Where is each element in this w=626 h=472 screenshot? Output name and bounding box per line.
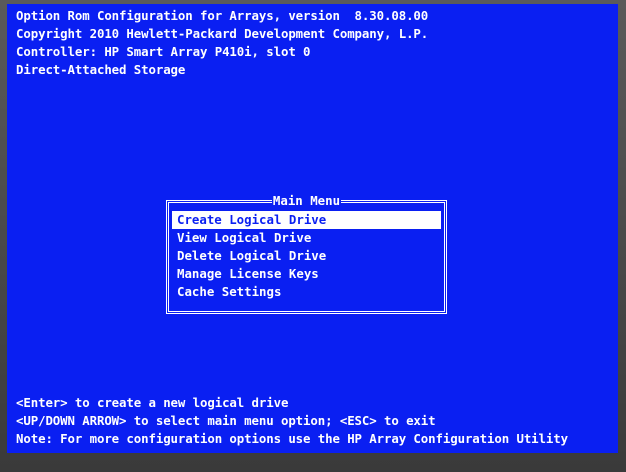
menu-item-cache-settings[interactable]: Cache Settings bbox=[172, 283, 441, 301]
monitor-bezel: Option Rom Configuration for Arrays, ver… bbox=[0, 0, 626, 472]
main-menu-box: Main Menu Create Logical Drive View Logi… bbox=[166, 193, 447, 314]
bios-screen: Option Rom Configuration for Arrays, ver… bbox=[7, 4, 618, 453]
menu-item-manage-license-keys[interactable]: Manage License Keys bbox=[172, 265, 441, 283]
header-copyright-line: Copyright 2010 Hewlett-Packard Developme… bbox=[16, 26, 429, 41]
header-storage-line: Direct-Attached Storage bbox=[16, 62, 186, 77]
menu-item-create-logical-drive[interactable]: Create Logical Drive bbox=[172, 211, 441, 229]
footer-hint-enter: <Enter> to create a new logical drive bbox=[16, 395, 289, 410]
header-controller-line: Controller: HP Smart Array P410i, slot 0 bbox=[16, 44, 311, 59]
main-menu-title-text: Main Menu bbox=[271, 193, 342, 208]
menu-item-view-logical-drive[interactable]: View Logical Drive bbox=[172, 229, 441, 247]
main-menu-list: Create Logical Drive View Logical Drive … bbox=[172, 211, 441, 301]
main-menu-title: Main Menu bbox=[169, 192, 444, 210]
footer-hint-navigation: <UP/DOWN ARROW> to select main menu opti… bbox=[16, 413, 436, 428]
footer-note: Note: For more configuration options use… bbox=[16, 431, 568, 446]
header-version-line: Option Rom Configuration for Arrays, ver… bbox=[16, 8, 429, 23]
menu-item-delete-logical-drive[interactable]: Delete Logical Drive bbox=[172, 247, 441, 265]
